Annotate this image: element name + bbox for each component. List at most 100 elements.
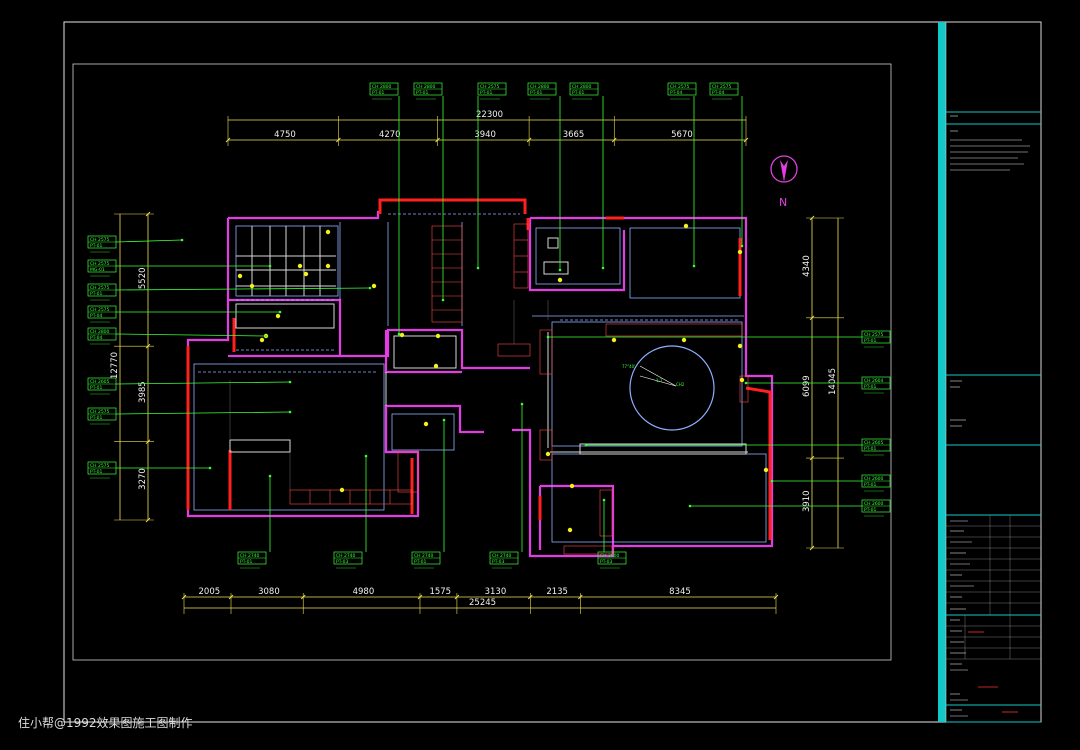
svg-text:77°40': 77°40'	[622, 364, 635, 369]
tag-material: PT-01	[864, 482, 877, 488]
floor-plan: 77°40' 1:1 CH2	[186, 198, 774, 558]
dim-segment-label: 4340	[802, 255, 812, 277]
tag-height: CH 2740	[414, 553, 434, 559]
ceiling-height-tag: CH 2800PT-04	[87, 327, 268, 345]
svg-text:CH2: CH2	[676, 382, 685, 387]
tag-material: PT-01	[90, 243, 103, 249]
dim-segment-label: 8345	[669, 587, 691, 597]
tag-material: PT-04	[670, 90, 683, 96]
tag-height: CH 2740	[492, 553, 512, 559]
ceiling-height-tag: CH 2740PT-03	[333, 454, 368, 569]
tag-height: CH 2575	[480, 84, 500, 90]
ceiling-height-tag: CH 2575PT-04	[709, 82, 744, 248]
dim-segment-label: 6099	[802, 375, 812, 397]
tag-material: PT-01	[864, 338, 877, 344]
ceiling-height-tag: CH 2740PT-03	[489, 402, 524, 569]
dim-segment-label: 3985	[138, 381, 148, 403]
dim-segment-label: 3270	[138, 468, 148, 490]
dim-segment-label: 4980	[353, 587, 375, 597]
ceiling-height-tag: CH 2575PT-04	[667, 82, 697, 268]
dim-segment-label: 3940	[474, 130, 496, 140]
dim-segment-label: 2135	[546, 587, 568, 597]
ceiling-height-tag: CH 2575PT-04	[87, 305, 282, 323]
north-label: N	[779, 196, 787, 209]
tag-material: PT-01	[372, 90, 385, 96]
dim-total-label: 14045	[828, 368, 838, 395]
tag-material: PT-01	[90, 415, 103, 421]
dim-segment-label: 4750	[274, 130, 296, 140]
tag-material: PT-03	[336, 559, 349, 565]
ceiling-height-tag: CH 2800PT-01	[569, 82, 605, 270]
tag-height: CH 2575	[90, 307, 110, 313]
ceiling-height-tag: CH 2605PT-01	[87, 377, 292, 395]
dimension-left: 12770 5520 3985 3270	[110, 211, 154, 523]
dim-segment-label: 3910	[802, 490, 812, 512]
tag-height: CH 2575	[90, 409, 110, 415]
tag-height: CH 2575	[90, 237, 110, 243]
ceiling-height-tag: CH 2800PT-01	[397, 82, 443, 336]
tag-material: PT-03	[492, 559, 505, 565]
dimension-top: 22300 4750 4270 3940 3665 5670	[225, 110, 749, 146]
tag-height: CH 2800	[416, 84, 436, 90]
tag-height: CH 2600	[864, 501, 884, 507]
tag-height: CH 2600	[600, 553, 620, 559]
ceiling-tags-right: CH 2575PT-01CH 2604PT-01CH 2605PT-01CH 2…	[546, 330, 891, 517]
tag-height: CH 2740	[240, 553, 260, 559]
dim-segment-label: 5520	[138, 267, 148, 289]
tag-height: CH 2800	[530, 84, 550, 90]
tag-material: PT-01	[240, 559, 253, 565]
ceiling-height-tag: CH 2605PT-01	[584, 438, 891, 456]
dim-segment-label: 3130	[485, 587, 507, 597]
tag-height: CH 2600	[864, 476, 884, 482]
tag-material: PT-01	[90, 291, 103, 297]
ceiling-height-tag: CH 2800PT-01	[527, 82, 562, 272]
tag-height: CH 2575	[670, 84, 690, 90]
dim-segment-label: 4270	[379, 130, 401, 140]
tag-material: PT-04	[90, 313, 103, 319]
tag-material: PT-01	[416, 90, 429, 96]
tag-height: CH 2800	[90, 329, 110, 335]
tag-material: PT-04	[712, 90, 725, 96]
ceiling-height-tag: CH 2575PT-01	[87, 461, 212, 479]
tag-height: CH 2575	[90, 285, 110, 291]
tag-height: CH 2800	[372, 84, 392, 90]
tag-material: PT-01	[864, 384, 877, 390]
ceiling-height-tag: CH 2740PT-01	[237, 474, 272, 569]
tag-material: PT-04	[90, 335, 103, 341]
tag-height: CH 2740	[336, 553, 356, 559]
ceiling-height-tag: CH 2600PT-01	[688, 499, 891, 517]
dim-segment-label: 3665	[563, 130, 585, 140]
tag-material: PT-03	[600, 559, 613, 565]
svg-text:1:1: 1:1	[656, 378, 663, 383]
viewport-frame	[72, 63, 892, 661]
ceiling-height-tag: CH 2575PT-01	[546, 330, 891, 348]
tag-material: PT-01	[864, 446, 877, 452]
dim-segment-label: 3080	[258, 587, 280, 597]
tag-material: PT-01	[530, 90, 543, 96]
ceiling-height-tag: CH 2575MG-01	[87, 259, 272, 277]
tag-height: CH 2575	[90, 261, 110, 267]
ceiling-height-tag: CH 2800PT-01	[369, 82, 445, 302]
ceiling-height-tag: CH 2575PT-01	[87, 407, 292, 425]
dim-segment-label: 5670	[671, 130, 693, 140]
tag-height: CH 2605	[90, 379, 110, 385]
tag-material: PT-01	[572, 90, 585, 96]
round-ceiling-feature	[629, 345, 715, 431]
ceiling-tags-top: CH 2800PT-01CH 2800PT-01CH 2575PT-01CH 2…	[369, 82, 744, 336]
title-block	[938, 21, 1042, 723]
tag-material: PT-01	[864, 507, 877, 513]
tag-height: CH 2575	[90, 463, 110, 469]
dimension-bottom: 25245 2005 3080 4980 1575 3130 2135 8345	[181, 587, 779, 614]
tag-material: PT-01	[414, 559, 427, 565]
dim-segment-label: 1575	[429, 587, 451, 597]
ceiling-height-tag: CH 2600PT-01	[770, 474, 891, 492]
tag-height: CH 2604	[864, 378, 884, 384]
tag-material: PT-01	[480, 90, 493, 96]
tag-height: CH 2575	[864, 332, 884, 338]
tag-material: PT-01	[90, 469, 103, 475]
cad-drawing-canvas: 22300 4750 4270 3940 3665 5670 25245 2005 3080 4…	[63, 21, 1042, 723]
ceiling-height-tag: CH 2575PT-01	[87, 235, 184, 253]
watermark-text: 住小帮@1992效果图施工图制作	[18, 716, 193, 730]
dim-segment-label: 2005	[199, 587, 221, 597]
tag-height: CH 2605	[864, 440, 884, 446]
